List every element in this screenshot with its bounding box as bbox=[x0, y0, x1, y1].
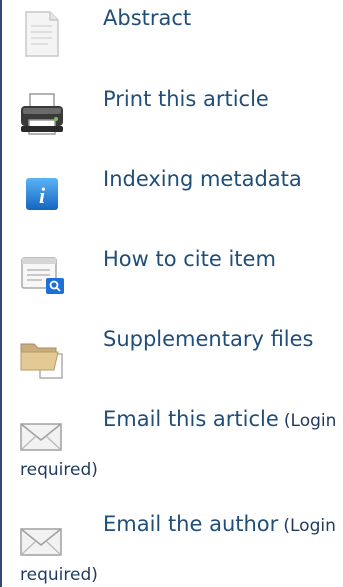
login-required-note-cont: required) bbox=[20, 460, 98, 480]
how-to-cite-link[interactable]: How to cite item bbox=[103, 246, 276, 272]
login-required-note: (Login bbox=[283, 516, 336, 536]
print-article-link[interactable]: Print this article bbox=[103, 86, 269, 112]
email-article-line: Email this article (Login bbox=[103, 406, 336, 432]
info-icon: i bbox=[18, 174, 66, 222]
login-required-note-cont: required) bbox=[20, 565, 98, 585]
email-author-line: Email the author (Login bbox=[103, 511, 336, 537]
email-author-link[interactable]: Email the author bbox=[103, 512, 278, 536]
document-icon bbox=[18, 4, 66, 57]
supplementary-files-link[interactable]: Supplementary files bbox=[103, 326, 314, 352]
sidebar-left-border bbox=[0, 0, 2, 587]
folder-icon bbox=[18, 334, 66, 382]
email-article-link[interactable]: Email this article bbox=[103, 407, 279, 431]
printer-icon bbox=[18, 90, 66, 138]
abstract-link[interactable]: Abstract bbox=[103, 5, 191, 31]
cite-icon bbox=[18, 252, 66, 300]
login-required-note: (Login bbox=[283, 411, 337, 431]
indexing-metadata-link[interactable]: Indexing metadata bbox=[103, 166, 302, 192]
svg-text:i: i bbox=[39, 183, 46, 208]
